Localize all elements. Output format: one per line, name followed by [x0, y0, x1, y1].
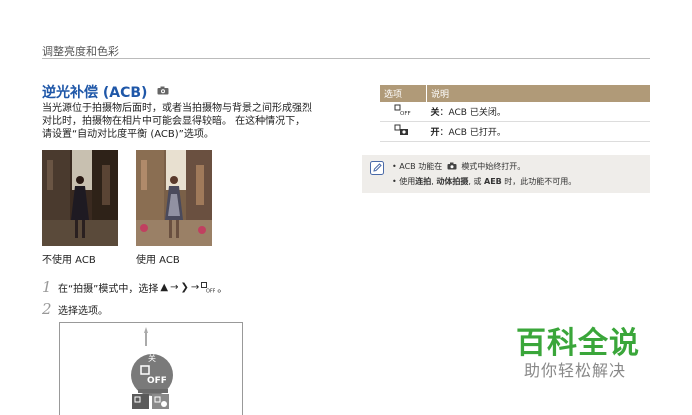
note-bold: AEB — [484, 177, 502, 186]
arrow-text: → — [170, 281, 179, 293]
options-table: 选项 说明 OFF 关：ACB 已关闭。 开：ACB 已打开。 — [380, 85, 650, 142]
watermark-subtitle: 助你轻松解决 — [524, 361, 627, 380]
page-header: 调整亮度和色彩 — [42, 45, 119, 58]
description-line: 当光源位于拍摄物后面时，或者当拍摄物与背景之间形成强烈 — [42, 103, 312, 114]
step-text: 选择选项。 — [58, 305, 108, 317]
camera-mode-icon — [157, 86, 169, 95]
section-description: 当光源位于拍摄物后面时，或者当拍摄物与背景之间形成强烈 对比时，拍摄物在相片中可… — [42, 102, 342, 141]
table-row: OFF 关：ACB 已关闭。 — [380, 102, 650, 122]
description-line: 对比时，拍摄物在相片中可能会显得较暗。 在这种情况下， — [42, 116, 306, 127]
header-divider — [42, 58, 650, 59]
note-text: ACB 功能在 — [399, 162, 443, 171]
caption-with-acb: 使用 ACB — [136, 255, 180, 266]
step-1: 1 在“拍摄”模式中，选择 ▲ → ❯ → OFF 。 — [42, 278, 227, 296]
acb-off-large-icon: OFF — [140, 365, 166, 385]
note-bold: 动体拍摄 — [436, 177, 469, 186]
up-triangle-icon: ▲ — [160, 281, 169, 293]
description-line: 请设置“自动对比度平衡 (ACB)”选项。 — [42, 129, 214, 140]
option-desc: ：ACB 已打开。 — [439, 128, 506, 138]
step-end: 。 — [217, 283, 228, 295]
note-box: • ACB 功能在 模式中始终打开。 • 使用连拍, 动体拍摄, 或 AEB 时… — [362, 155, 650, 193]
photo-without-acb — [42, 150, 118, 246]
option-name: 开 — [430, 128, 440, 138]
step-2: 2 选择选项。 — [42, 300, 108, 318]
svg-text:OFF: OFF — [206, 288, 215, 293]
option-cell — [380, 121, 427, 142]
note-text: 使用 — [399, 177, 416, 186]
note-text: 模式中始终打开。 — [461, 162, 526, 171]
acb-on-icon — [394, 124, 409, 135]
note-bold: 连拍 — [415, 177, 432, 186]
header-option: 选项 — [380, 85, 427, 102]
header-description: 说明 — [426, 85, 650, 102]
screen-mode-label: 关 — [148, 354, 156, 363]
description-cell: 关：ACB 已关闭。 — [426, 102, 650, 122]
photo-with-acb — [136, 150, 212, 246]
step-number: 2 — [42, 300, 52, 318]
svg-text:OFF: OFF — [400, 111, 411, 116]
acb-off-icon: OFF — [201, 281, 215, 293]
svg-text:OFF: OFF — [147, 376, 166, 385]
watermark-title: 百科全说 — [516, 326, 640, 361]
option-cell: OFF — [380, 102, 427, 122]
table-header-row: 选项 说明 — [380, 85, 650, 102]
acb-off-icon: OFF — [394, 104, 411, 117]
note-line-2: • 使用连拍, 动体拍摄, 或 AEB 时，此功能不可用。 — [392, 177, 577, 186]
step-text: 在“拍摄”模式中，选择 — [58, 283, 159, 295]
note-text: , 或 — [468, 177, 482, 186]
step-number: 1 — [42, 278, 52, 296]
right-chevron-icon: ❯ — [180, 281, 189, 293]
section-title: 逆光补偿 (ACB) — [42, 85, 148, 101]
note-line-1: • ACB 功能在 模式中始终打开。 — [392, 162, 526, 171]
note-text: 时，此功能不可用。 — [501, 177, 577, 186]
note-pencil-icon — [370, 161, 384, 175]
caption-without-acb: 不使用 ACB — [42, 255, 96, 266]
camera-mode-icon — [447, 162, 457, 170]
option-desc: ：ACB 已关闭。 — [439, 108, 506, 118]
option-name: 关 — [430, 108, 440, 118]
camera-screen-preview: 关 OFF — [59, 322, 243, 415]
table-row: 开：ACB 已打开。 — [380, 121, 650, 142]
description-cell: 开：ACB 已打开。 — [426, 121, 650, 142]
arrow-text: → — [190, 281, 200, 293]
